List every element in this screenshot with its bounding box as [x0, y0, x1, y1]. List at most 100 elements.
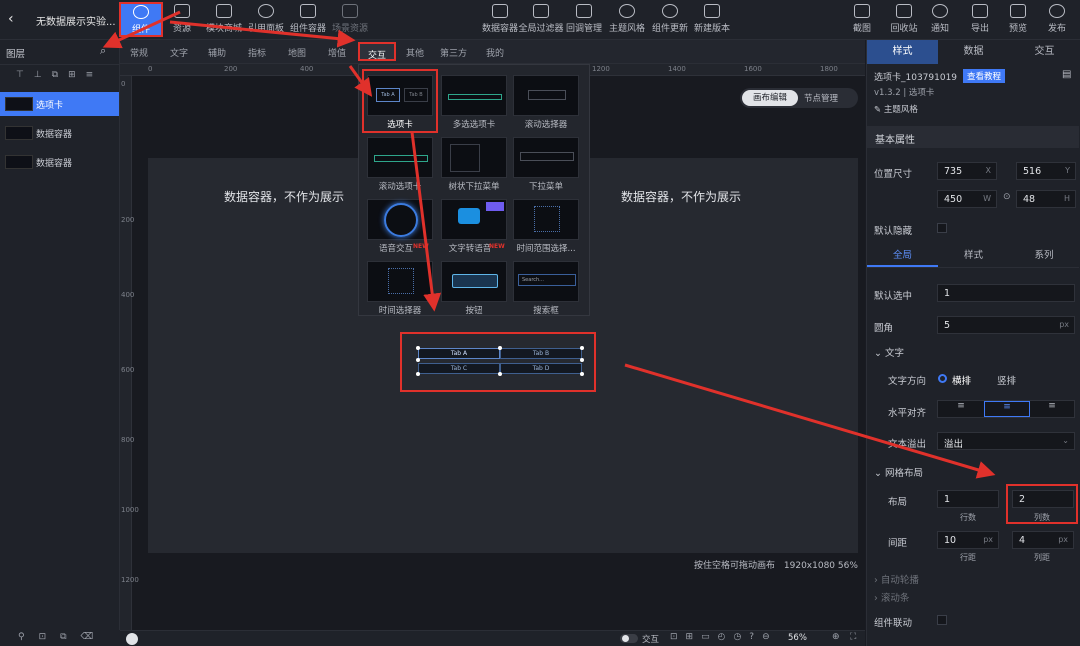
- tile-scroll-tabs[interactable]: [367, 137, 433, 178]
- tab-auxiliary[interactable]: 辅助: [208, 46, 226, 59]
- zoom-level[interactable]: 56%: [788, 633, 807, 643]
- tile-tree-dropdown[interactable]: [441, 137, 507, 178]
- resize-handle[interactable]: [498, 372, 502, 376]
- tab-interaction-panel[interactable]: 交互: [1009, 40, 1080, 64]
- resize-handle[interactable]: [498, 346, 502, 350]
- tab-map[interactable]: 地图: [288, 46, 306, 59]
- align-right-icon[interactable]: ≡: [1030, 401, 1074, 417]
- default-hidden-checkbox[interactable]: [937, 223, 947, 233]
- avatar[interactable]: [126, 633, 138, 645]
- node-manage-mode[interactable]: 节点管理: [804, 92, 838, 104]
- data-container-button[interactable]: 数据容器: [480, 4, 520, 34]
- document-icon[interactable]: ▤: [1062, 69, 1071, 80]
- status-tools[interactable]: ⊡⊞▭◴◷?⊖: [670, 632, 778, 642]
- global-filter-button[interactable]: 全局过滤器: [518, 4, 564, 34]
- resize-handle[interactable]: [580, 372, 584, 376]
- notifications-button[interactable]: 通知: [920, 4, 960, 34]
- tile-voice[interactable]: [367, 199, 433, 240]
- search-icon[interactable]: ⌕: [100, 44, 106, 58]
- module-library-button[interactable]: 模块商城: [204, 4, 244, 34]
- auto-carousel-section[interactable]: › 自动轮播: [874, 572, 919, 586]
- reference-panel-button[interactable]: 引用面板: [246, 4, 286, 34]
- preview-tab-c[interactable]: Tab C: [418, 363, 500, 374]
- theme-style-link[interactable]: ✎ 主题风格: [874, 103, 918, 115]
- tab-interaction[interactable]: 交互: [358, 42, 396, 61]
- tab-mine[interactable]: 我的: [486, 46, 504, 59]
- radio-horizontal[interactable]: [938, 374, 947, 383]
- recycle-bin-button[interactable]: 回收站: [884, 4, 924, 34]
- scrollbar-section[interactable]: › 滚动条: [874, 590, 909, 604]
- tab-indicator[interactable]: 指标: [248, 46, 266, 59]
- callback-manager-button[interactable]: 回调管理: [564, 4, 604, 34]
- lock-ratio-icon[interactable]: ⊙: [1003, 192, 1011, 202]
- radius-input[interactable]: 5 px: [937, 316, 1075, 334]
- grid-section-header[interactable]: ⌄ 网格布局: [874, 465, 923, 479]
- tab-text[interactable]: 文字: [170, 46, 188, 59]
- layer-footer-tools[interactable]: ⚲⊡⧉⌫: [18, 632, 107, 642]
- tile-time-picker[interactable]: [367, 261, 433, 302]
- link-icon: [258, 4, 274, 18]
- subtab-global[interactable]: 全局: [867, 244, 938, 267]
- align-left-icon[interactable]: ≡: [938, 401, 984, 417]
- width-input[interactable]: 450 W: [937, 190, 997, 208]
- subtab-series[interactable]: 系列: [1009, 244, 1079, 267]
- layer-align-tools[interactable]: ⊤⊥⧉⊞≡: [16, 70, 103, 80]
- col-gap-input[interactable]: 4 px: [1012, 531, 1074, 549]
- subtab-style[interactable]: 样式: [938, 244, 1009, 267]
- export-button[interactable]: 导出: [960, 4, 1000, 34]
- preview-tab-d[interactable]: Tab D: [500, 363, 582, 374]
- align-center-icon[interactable]: ≡: [984, 401, 1030, 417]
- default-selected-stepper[interactable]: 1: [937, 284, 1075, 302]
- y-input[interactable]: 516 Y: [1016, 162, 1076, 180]
- layers-icon: [342, 4, 358, 18]
- tab-regular[interactable]: 常规: [130, 46, 148, 59]
- screenshot-button[interactable]: 截图: [842, 4, 882, 34]
- tab-third-party[interactable]: 第三方: [440, 46, 467, 59]
- tile-button[interactable]: [441, 261, 507, 302]
- layer-item-tabs[interactable]: 选项卡: [0, 92, 119, 116]
- layer-item-data-container[interactable]: 数据容器: [0, 150, 119, 174]
- resize-handle[interactable]: [416, 346, 420, 350]
- resize-handle[interactable]: [580, 358, 584, 362]
- theme-style-button[interactable]: 主题风格: [607, 4, 647, 34]
- text-overflow-select[interactable]: 溢出 ⌄: [937, 432, 1075, 450]
- tutorial-link[interactable]: 查看教程: [963, 69, 1006, 83]
- publish-button[interactable]: 发布: [1037, 4, 1077, 34]
- assets-button[interactable]: 资源: [162, 4, 202, 34]
- back-button[interactable]: ‹: [8, 11, 14, 27]
- tile-scroll-picker[interactable]: [513, 75, 579, 116]
- canvas-edit-mode[interactable]: 画布编辑: [742, 90, 798, 106]
- resize-handle[interactable]: [580, 346, 584, 350]
- scene-resources-button[interactable]: 场景资源: [330, 4, 370, 34]
- tile-text-to-speech[interactable]: [441, 199, 507, 240]
- tile-time-range-picker[interactable]: [513, 199, 579, 240]
- zoom-in-icon[interactable]: ⊕: [832, 632, 840, 642]
- tile-dropdown[interactable]: [513, 137, 579, 178]
- new-version-button[interactable]: 新建版本: [692, 4, 732, 34]
- vertical-label[interactable]: 竖排: [997, 373, 1016, 387]
- preview-button[interactable]: 预览: [998, 4, 1038, 34]
- tab-style[interactable]: 样式: [867, 40, 938, 64]
- component-update-button[interactable]: 组件更新: [650, 4, 690, 34]
- row-gap-input[interactable]: 10 px: [937, 531, 999, 549]
- tabs-component-preview[interactable]: Tab A Tab B Tab C Tab D: [400, 332, 596, 392]
- preview-tab-a[interactable]: Tab A: [418, 348, 500, 359]
- component-link-checkbox[interactable]: [937, 615, 947, 625]
- rows-stepper[interactable]: 1: [937, 490, 999, 508]
- calendar-icon: [534, 206, 560, 232]
- layer-item-data-container[interactable]: 数据容器: [0, 121, 119, 145]
- height-input[interactable]: 48 H: [1016, 190, 1076, 208]
- component-container-button[interactable]: 组件容器: [288, 4, 328, 34]
- resize-handle[interactable]: [416, 358, 420, 362]
- text-section-header[interactable]: ⌄ 文字: [874, 345, 904, 359]
- tile-multi-tabs[interactable]: [441, 75, 507, 116]
- fit-screen-icon[interactable]: ⛶: [850, 632, 856, 642]
- tile-search-box[interactable]: Search...: [513, 261, 579, 302]
- resize-handle[interactable]: [416, 372, 420, 376]
- tab-data[interactable]: 数据: [938, 40, 1009, 64]
- preview-tab-b[interactable]: Tab B: [500, 348, 582, 359]
- ruler-tick: 1000: [121, 506, 139, 514]
- tab-value-added[interactable]: 增值: [328, 46, 346, 59]
- tab-other[interactable]: 其他: [406, 46, 424, 59]
- x-input[interactable]: 735 X: [937, 162, 997, 180]
